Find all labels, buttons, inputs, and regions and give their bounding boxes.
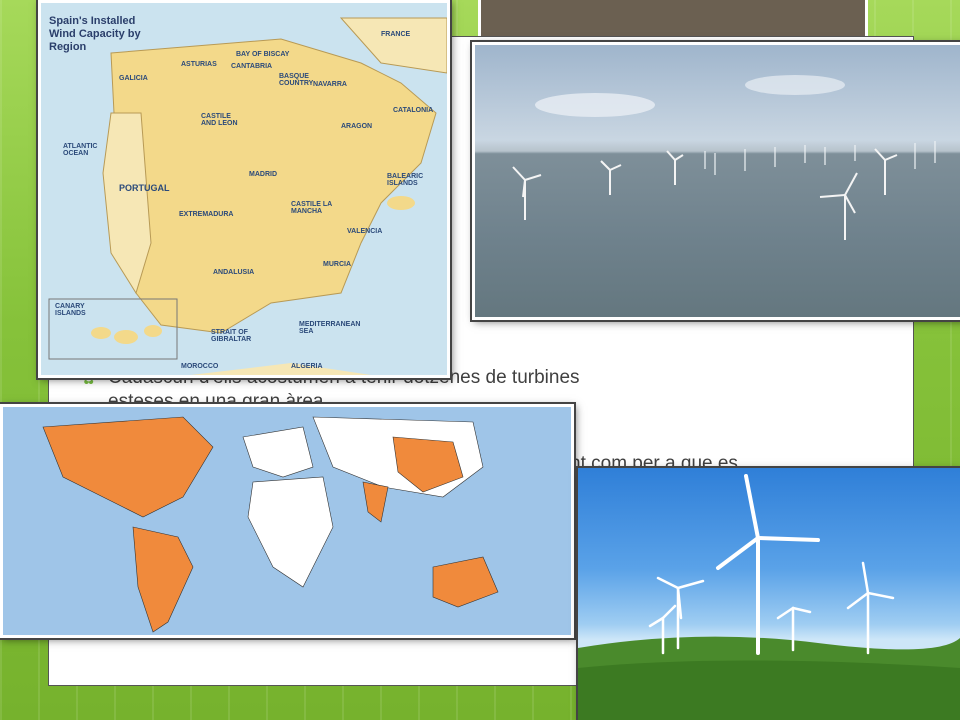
map-label: CANTABRIA <box>231 63 273 70</box>
map-label: ARAGON <box>341 123 373 130</box>
spain-wind-map: Spain's Installed Wind Capacity by Regio… <box>38 0 450 378</box>
map-label: MOROCCO <box>181 363 219 370</box>
world-map-graphic <box>42 416 499 633</box>
hill-wind-turbines-photo <box>578 468 960 720</box>
map-label: CATALONIA <box>393 107 434 114</box>
hill-turbines-graphic <box>578 474 960 720</box>
map-label: MEDITERRANEAN SEA <box>299 321 361 335</box>
map-label: ATLANTIC OCEAN <box>63 143 98 157</box>
map-label: MURCIA <box>323 261 351 268</box>
world-wind-map <box>0 404 574 638</box>
map-label: NAVARRA <box>313 81 347 88</box>
offshore-turbines-graphic <box>512 75 936 240</box>
map-label: CASTILE AND LEON <box>201 113 238 127</box>
map-label: ASTURIAS <box>181 61 217 68</box>
map-label: BALEARIC ISLANDS <box>387 173 424 187</box>
spain-map-graphic <box>48 17 447 375</box>
map-label: STRAIT OF GIBRALTAR <box>211 329 252 343</box>
map-label: MADRID <box>249 171 277 178</box>
map-label: VALENCIA <box>347 228 383 235</box>
map-label: ANDALUSIA <box>213 269 255 276</box>
spain-map-title: Spain's Installed Wind Capacity by Regio… <box>49 15 141 53</box>
map-label: CASTILE LA MANCHA <box>291 201 332 215</box>
map-label: ALGERIA <box>291 363 323 370</box>
map-label: BAY OF BISCAY <box>236 51 290 58</box>
map-label: CANARY ISLANDS <box>55 303 86 317</box>
map-label: GALICIA <box>119 75 148 82</box>
map-label: PORTUGAL <box>119 183 170 193</box>
offshore-wind-farm-photo <box>472 42 960 320</box>
map-label: FRANCE <box>381 31 411 38</box>
map-label: EXTREMADURA <box>179 211 234 218</box>
